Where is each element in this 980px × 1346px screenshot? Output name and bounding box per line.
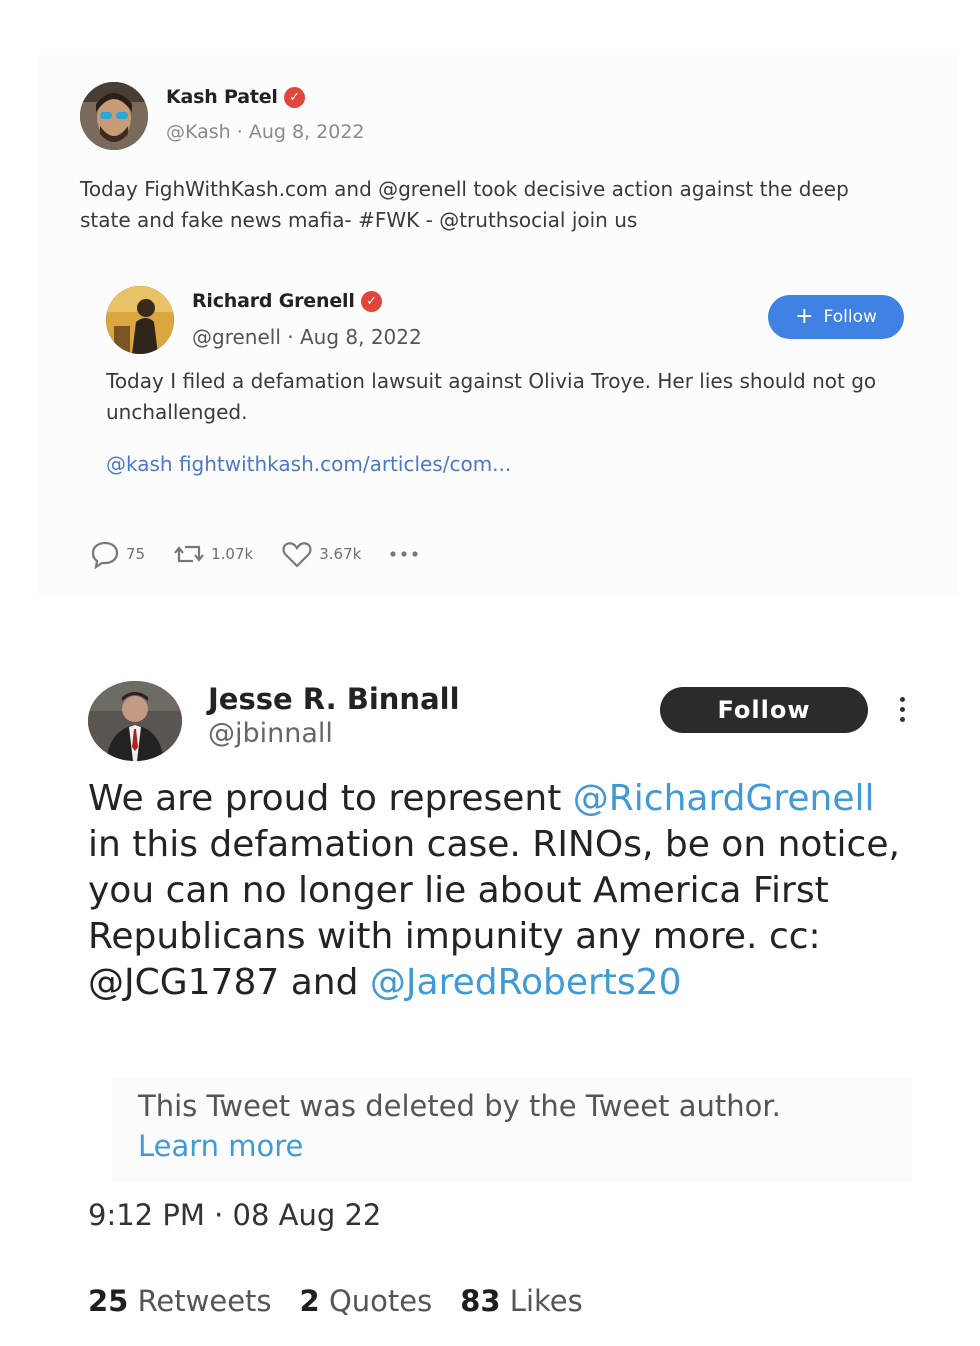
quotes-count: 2 [299, 1284, 320, 1318]
mention-jaredroberts20[interactable]: @JaredRoberts20 [370, 962, 682, 1003]
follow-button-binnall[interactable]: Follow [660, 687, 868, 733]
quoted-text: Today I filed a defamation lawsuit again… [106, 369, 877, 424]
meta-separator: · [287, 325, 300, 349]
reply-count: 75 [126, 545, 146, 563]
heart-icon [282, 542, 312, 568]
follow-button-grenell[interactable]: + Follow [768, 295, 904, 339]
learn-more-link[interactable]: Learn more [138, 1126, 898, 1166]
quotes-label: Quotes [328, 1284, 433, 1318]
follow-label: Follow [823, 307, 877, 327]
more-options-icon[interactable] [900, 697, 905, 722]
likes-count: 83 [460, 1284, 501, 1318]
tweet-stats: 25 Retweets 2 Quotes 83 Likes [88, 1284, 583, 1318]
ellipsis-icon [390, 551, 418, 557]
author-handle[interactable]: @Kash [166, 121, 231, 143]
quoted-meta: @grenell · Aug 8, 2022 [192, 325, 422, 349]
quoted-name-row: Richard Grenell ✓ [192, 290, 383, 312]
repost-icon [174, 545, 204, 563]
likes-label: Likes [509, 1284, 583, 1318]
deleted-notice-text: This Tweet was deleted by the Tweet auth… [138, 1089, 781, 1123]
quoted-date[interactable]: Aug 8, 2022 [300, 325, 422, 349]
repost-action[interactable]: 1.07k [173, 539, 253, 569]
author-meta: @Kash · Aug 8, 2022 [166, 121, 365, 143]
post-text: Today FighWithKash.com and @grenell took… [80, 177, 849, 232]
quoted-handle[interactable]: @grenell [192, 325, 281, 349]
like-action[interactable]: 3.67k [281, 539, 361, 569]
mention-richardgrenell[interactable]: @RichardGrenell [573, 778, 875, 819]
like-count: 3.67k [319, 545, 362, 563]
deleted-notice: This Tweet was deleted by the Tweet auth… [138, 1086, 898, 1166]
likes-stat[interactable]: 83 Likes [460, 1284, 583, 1318]
tweet-timestamp[interactable]: 9:12 PM · 08 Aug 22 [88, 1198, 381, 1232]
post-actions: 75 1.07k 3.67k [90, 539, 447, 569]
repost-count: 1.07k [211, 545, 254, 563]
tweet-text-part: We are proud to represent [88, 778, 573, 819]
plus-icon: + [795, 304, 814, 329]
author-name-binnall[interactable]: Jesse R. Binnall [208, 682, 460, 716]
tweet-text: We are proud to represent @RichardGrenel… [88, 776, 908, 1006]
avatar-grenell-image [106, 286, 174, 354]
avatar-kash[interactable] [80, 82, 148, 150]
reply-action[interactable]: 75 [90, 539, 145, 569]
avatar-kash-image [80, 82, 148, 150]
meta-separator: · [236, 121, 249, 143]
post-date[interactable]: Aug 8, 2022 [249, 121, 365, 143]
quotes-stat[interactable]: 2 Quotes [300, 1284, 433, 1318]
avatar-grenell[interactable] [106, 286, 174, 354]
verified-badge-icon: ✓ [361, 291, 383, 312]
quoted-link[interactable]: @kash fightwithkash.com/articles/com... [106, 452, 511, 476]
retweets-count: 25 [88, 1284, 129, 1318]
author-name[interactable]: Kash Patel [166, 86, 278, 108]
verified-badge-icon: ✓ [284, 87, 306, 108]
retweets-label: Retweets [137, 1284, 272, 1318]
avatar-binnall[interactable] [88, 681, 182, 761]
avatar-binnall-image [88, 681, 182, 761]
author-handle-binnall[interactable]: @jbinnall [208, 718, 333, 749]
quoted-author-name[interactable]: Richard Grenell [192, 290, 355, 312]
more-action[interactable] [389, 549, 419, 559]
reply-icon [91, 541, 119, 569]
retweets-stat[interactable]: 25 Retweets [88, 1284, 272, 1318]
author-name-row: Kash Patel ✓ [166, 86, 306, 108]
